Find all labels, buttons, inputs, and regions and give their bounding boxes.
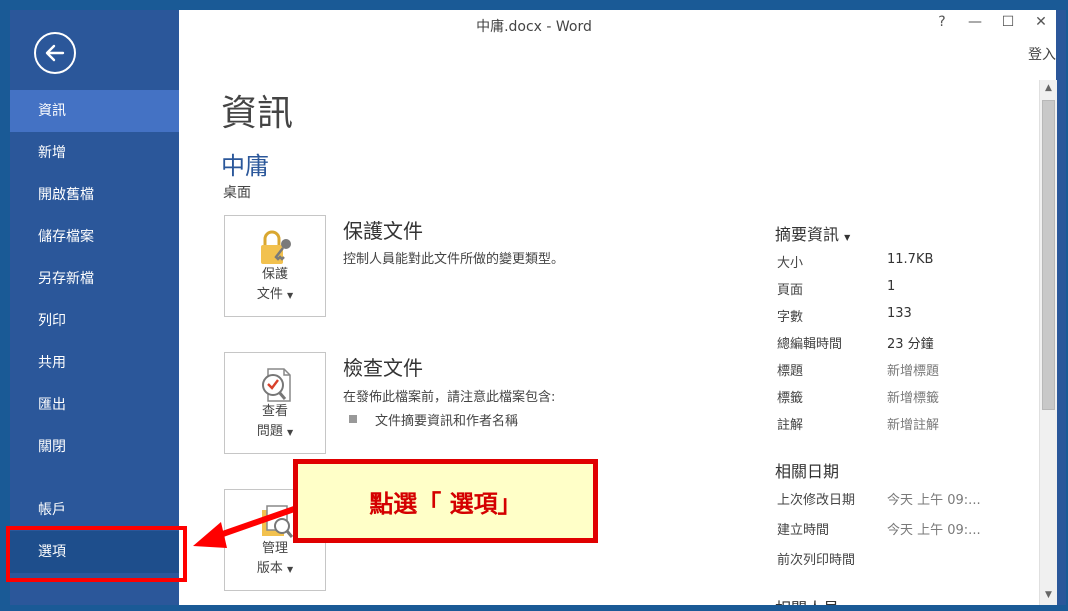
prop-label-comments: 註解 bbox=[777, 418, 804, 433]
scrollbar-thumb[interactable] bbox=[1042, 100, 1055, 410]
protect-section-description: 控制人員能對此文件所做的變更類型。 bbox=[343, 252, 565, 267]
sidebar-item-share[interactable]: 共用 bbox=[10, 342, 179, 384]
sidebar-item-close[interactable]: 關閉 bbox=[10, 426, 179, 468]
annotation-arrow-icon bbox=[193, 505, 298, 548]
prop-value-words: 133 bbox=[887, 306, 912, 321]
prop-label-pages: 頁面 bbox=[777, 283, 804, 298]
help-button[interactable]: ? bbox=[929, 14, 955, 30]
related-dates-heading: 相關日期 bbox=[775, 462, 840, 481]
prop-label-tags: 標籤 bbox=[777, 391, 804, 406]
prop-label-title: 標題 bbox=[777, 364, 804, 379]
maximize-button[interactable]: ☐ bbox=[995, 14, 1021, 30]
check-button-line2-wrap: 問題 ▼ bbox=[225, 423, 325, 442]
manage-button-line2: 版本 bbox=[256, 561, 283, 576]
close-button[interactable]: ✕ bbox=[1028, 14, 1054, 30]
minimize-button[interactable]: — bbox=[962, 14, 988, 30]
check-button-line2: 問題 bbox=[256, 424, 283, 439]
inspect-document-icon bbox=[262, 368, 291, 402]
callout-text: 點選「 選項」 bbox=[369, 489, 522, 518]
sidebar-item-save[interactable]: 儲存檔案 bbox=[10, 216, 179, 258]
scroll-up-icon[interactable]: ▲ bbox=[1040, 80, 1057, 97]
properties-heading-label: 摘要資訊 bbox=[775, 225, 840, 244]
prop-label-words: 字數 bbox=[777, 310, 804, 325]
bullet-icon bbox=[349, 415, 357, 423]
date-value-modified: 今天 上午 09:... bbox=[887, 493, 981, 508]
prop-value-pages: 1 bbox=[887, 279, 896, 294]
properties-heading[interactable]: 摘要資訊 ▼ bbox=[775, 221, 850, 245]
sidebar-item-new[interactable]: 新增 bbox=[10, 132, 179, 174]
document-name: 中庸 bbox=[221, 152, 269, 180]
sidebar-item-open[interactable]: 開啟舊檔 bbox=[10, 174, 179, 216]
date-label-created: 建立時間 bbox=[777, 523, 830, 538]
manage-button-line2-wrap: 版本 ▼ bbox=[225, 560, 325, 579]
protect-button-line2: 文件 bbox=[256, 287, 283, 302]
inspect-section-title: 檢查文件 bbox=[343, 356, 423, 380]
backstage-sidebar: 資訊 新增 開啟舊檔 儲存檔案 另存新檔 列印 共用 匯出 關閉 帳戶 選項 bbox=[10, 10, 179, 605]
vertical-scrollbar[interactable]: ▲ ▼ bbox=[1039, 80, 1057, 605]
dropdown-caret-icon: ▼ bbox=[287, 428, 294, 437]
check-button-line1: 查看 bbox=[261, 404, 288, 419]
lock-key-icon bbox=[261, 230, 291, 264]
inspect-section-description: 在發佈此檔案前，請注意此檔案包含: bbox=[343, 390, 556, 405]
sidebar-item-save-as[interactable]: 另存新檔 bbox=[10, 258, 179, 300]
date-label-printed: 前次列印時間 bbox=[777, 553, 856, 568]
date-label-modified: 上次修改日期 bbox=[777, 493, 856, 508]
inspect-bullet-item: 文件摘要資訊和作者名稱 bbox=[375, 414, 519, 429]
sidebar-item-print[interactable]: 列印 bbox=[10, 300, 179, 342]
dropdown-caret-icon: ▼ bbox=[287, 291, 294, 300]
window-title: 中庸.docx - Word bbox=[476, 19, 592, 35]
prop-value-tags[interactable]: 新增標籤 bbox=[887, 387, 939, 406]
dropdown-caret-icon: ▼ bbox=[844, 233, 851, 242]
sidebar-item-options[interactable]: 選項 bbox=[10, 531, 179, 573]
protect-button-line1: 保護 bbox=[261, 267, 288, 282]
check-issues-button[interactable]: 查看 問題 ▼ bbox=[224, 352, 326, 454]
protect-document-button[interactable]: 保護 文件 ▼ bbox=[224, 215, 326, 317]
date-value-created: 今天 上午 09:... bbox=[887, 523, 981, 538]
protect-button-line2-wrap: 文件 ▼ bbox=[225, 286, 325, 305]
prop-value-size: 11.7KB bbox=[887, 252, 934, 267]
prop-label-edit-time: 總編輯時間 bbox=[777, 337, 843, 352]
annotation-callout: 點選「 選項」 bbox=[293, 459, 598, 543]
page-title: 資訊 bbox=[221, 93, 294, 134]
sidebar-item-account[interactable]: 帳戶 bbox=[10, 489, 179, 531]
prop-label-size: 大小 bbox=[777, 256, 804, 271]
dropdown-caret-icon: ▼ bbox=[287, 565, 294, 574]
sidebar-item-info[interactable]: 資訊 bbox=[10, 90, 179, 132]
prop-value-edit-time: 23 分鐘 bbox=[887, 337, 934, 352]
prop-value-comments[interactable]: 新增註解 bbox=[887, 414, 939, 433]
prop-value-title[interactable]: 新增標題 bbox=[887, 360, 939, 379]
sidebar-item-export[interactable]: 匯出 bbox=[10, 384, 179, 426]
sign-in-link[interactable]: 登入 bbox=[1028, 44, 1056, 64]
back-button[interactable] bbox=[34, 32, 76, 74]
related-people-heading: 相關人員 bbox=[775, 599, 840, 611]
protect-section-title: 保護文件 bbox=[343, 219, 423, 243]
document-location[interactable]: 桌面 bbox=[223, 182, 251, 202]
scroll-down-icon[interactable]: ▼ bbox=[1040, 587, 1057, 604]
back-arrow-icon bbox=[45, 44, 65, 62]
